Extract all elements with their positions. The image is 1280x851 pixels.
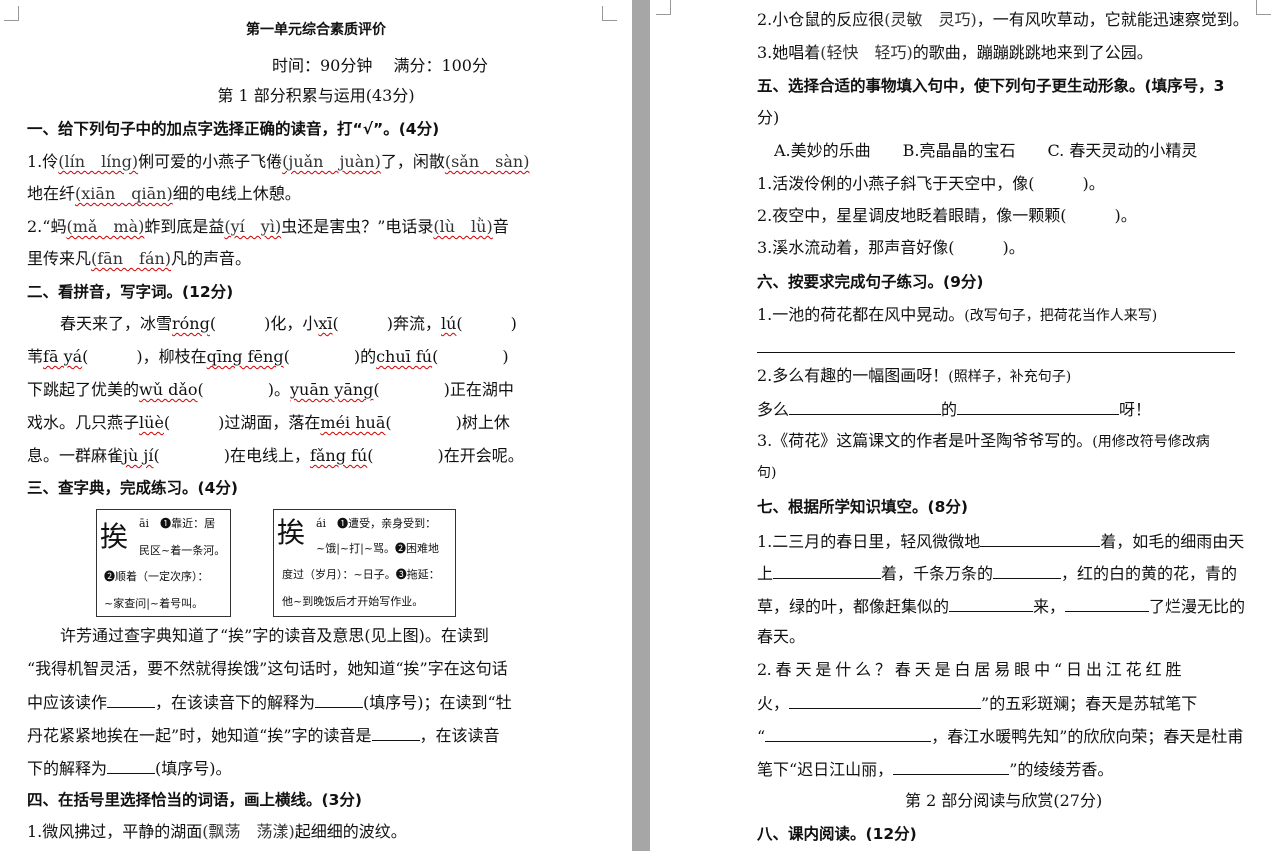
s5-q1: 1.活泼伶俐的小燕子斜飞于天空中，像( )。 <box>757 174 1105 193</box>
s6-q1: 1.一池的荷花都在风中晃动。(改写句子，把荷花当作人来写) <box>757 305 1158 324</box>
page-corner-mark <box>1256 0 1271 15</box>
part-1-heading: 第 1 部分积累与运用(43分) <box>217 86 415 105</box>
s5-options: A.美妙的乐曲 B.亮晶晶的宝石 C. 春天灵动的小精灵 <box>774 141 1198 160</box>
page-right: 2.小仓鼠的反应很(灵敏 灵巧)，一有风吹草动，它就能迅速察觉到。 3.她唱着(… <box>650 0 1280 851</box>
s4-line-1: 1.微风拂过，平静的湖面(飘荡 荡漾)起细细的波纹。 <box>27 822 407 841</box>
s6-q3-cont: 句) <box>757 465 777 481</box>
answer-blank[interactable] <box>315 691 364 708</box>
s3-para-2: “我得机智灵活，要不然就得挨饿”这句话时，她知道“挨”字在这句话 <box>27 659 508 678</box>
s3-para-5: 下的解释为 (填序号)。 <box>27 757 232 778</box>
s7-line-1: 1.二三月的春日里，轻风微微地 着，如毛的细雨由天 <box>757 530 1245 551</box>
answer-blank[interactable] <box>107 691 156 708</box>
doc-meta: 时间：90分钟 满分：100分 <box>272 56 488 75</box>
s6-q3: 3.《荷花》这篇课文的作者是叶圣陶爷爷写的。(用修改符号修改病 <box>757 431 1210 450</box>
s5-q3: 3.溪水流动着，那声音好像( )。 <box>757 238 1025 257</box>
section-2-title: 二、看拼音，写字词。(12分) <box>27 283 234 301</box>
s2-line-4: 戏水。几只燕子lüè( )过湖面，落在méi huā( )树上休 <box>27 413 510 432</box>
doc-title: 第一单元综合素质评价 <box>246 22 386 38</box>
s7-line-4: 春天。 <box>757 627 806 646</box>
s3-para-4: 丹花紧紧地挨在一起”时，她知道“挨”字的读音是 ，在该读音 <box>27 724 500 745</box>
answer-blank[interactable] <box>1065 595 1150 612</box>
s3-para-3: 中应该读作 ，在该读音下的解释为 (填序号)；在读到“牡 <box>27 691 512 712</box>
s1-line-1: 1.伶(lín líng)俐可爱的小燕子飞倦(juǎn juàn)了，闲散(sǎ… <box>27 152 530 171</box>
section-6-title: 六、按要求完成句子练习。(9分) <box>757 273 984 291</box>
answer-blank[interactable] <box>980 530 1101 547</box>
s2-line-2: 苇fā yá( )，柳枝在qīng fēng( )的chuī fú( ) <box>27 347 509 366</box>
section-4-title: 四、在括号里选择恰当的词语，画上横线。(3分) <box>27 791 362 809</box>
s7-line-8: 笔下“迟日江山丽， ”的绫绫芳香。 <box>757 758 1114 779</box>
answer-blank[interactable] <box>993 562 1062 579</box>
s4-line-2: 2.小仓鼠的反应很(灵敏 灵巧)，一有风吹草动，它就能迅速察觉到。 <box>757 10 1249 29</box>
s2-line-1: 春天来了，冰雪róng( )化，小xī( )奔流，lú( ) <box>60 314 517 333</box>
s7-line-2: 上着，千条万条的 ，红的白的黄的花，青的 <box>757 562 1238 583</box>
answer-blank[interactable] <box>371 724 420 741</box>
answer-blank[interactable] <box>765 725 932 742</box>
dictionary-entry-1: 挨 āi ❶靠近：居 民区~着一条河。 ❷顺着（一定次序）： ~家查问|~着号叫… <box>96 509 231 617</box>
s4-line-3: 3.她唱着(轻快 轻巧)的歌曲，蹦蹦跳跳地来到了公园。 <box>757 43 1153 62</box>
dictionary-entry-2: 挨 ái ❶遭受，亲身受到： ~饿|~打|~骂。❷困难地 度过（岁月）：~日子。… <box>273 509 456 617</box>
section-8-title: 八、课内阅读。(12分) <box>757 825 917 843</box>
section-5-title: 五、选择合适的事物填入句中，使下列句子更生动形象。(填序号，3 <box>757 77 1225 95</box>
answer-blank[interactable] <box>949 595 1034 612</box>
s6-q2-pattern: 多么的呀！ <box>757 398 1152 419</box>
section-1-title: 一、给下列句子中的加点字选择正确的读音，打“√”。(4分) <box>27 120 440 138</box>
dict-2-char: 挨 <box>277 516 306 549</box>
page-corner-mark <box>602 6 617 21</box>
answer-blank[interactable] <box>789 692 982 709</box>
answer-blank[interactable] <box>107 757 156 774</box>
s1-line-4: 里传来凡(fān fán)凡的声音。 <box>27 249 252 268</box>
s1-line-3: 2.“蚂(mǎ mà)蚱到底是益(yí yì)虫还是害虫？”电话录(lù lǜ)… <box>27 217 509 236</box>
answer-blank[interactable] <box>789 398 942 415</box>
section-7-title: 七、根据所学知识填空。(8分) <box>757 498 968 516</box>
section-3-title: 三、查字典，完成练习。(4分) <box>27 479 238 497</box>
section-5-title-cont: 分) <box>757 108 780 127</box>
dict-1-char: 挨 <box>100 520 129 553</box>
s2-line-5: 息。一群麻雀jù jí( )在电线上，fǎng fú( )在开会呢。 <box>27 446 524 465</box>
s7-line-3: 草，绿的叶，都像赶集似的 来， 了烂漫无比的 <box>757 595 1246 616</box>
s7-line-5: 2. 春 天 是 什 么 ？ 春 天 是 白 居 易 眼 中 “ 日 出 江 花… <box>757 660 1181 679</box>
answer-blank[interactable] <box>957 398 1120 415</box>
answer-blank[interactable] <box>893 758 1010 775</box>
page-corner-mark <box>656 0 671 15</box>
page-corner-mark <box>4 6 19 21</box>
part-2-heading: 第 2 部分阅读与欣赏(27分) <box>905 791 1103 810</box>
s3-para-1: 许芳通过查字典知道了“挨”字的读音及意思(见上图)。在读到 <box>60 626 489 645</box>
answer-blank[interactable] <box>773 562 882 579</box>
s2-line-3: 下跳起了优美的wǔ dǎo( )。yuān yāng( )正在湖中 <box>27 380 514 399</box>
s1-line-2: 地在纤(xiān qiān)细的电线上休憩。 <box>27 184 301 203</box>
s7-line-7: “，春江水暖鸭先知”的欣欣向荣；春天是杜甫 <box>757 725 1244 746</box>
answer-line[interactable] <box>757 352 1235 353</box>
s5-q2: 2.夜空中，星星调皮地眨着眼睛，像一颗颗( )。 <box>757 206 1137 225</box>
s6-q2: 2.多么有趣的一幅图画呀！(照样子，补充句子) <box>757 366 1072 385</box>
s7-line-6: 火， ”的五彩斑斓；春天是苏轼笔下 <box>757 692 1198 713</box>
page-left: 第一单元综合素质评价 时间：90分钟 满分：100分 第 1 部分积累与运用(4… <box>0 0 632 851</box>
